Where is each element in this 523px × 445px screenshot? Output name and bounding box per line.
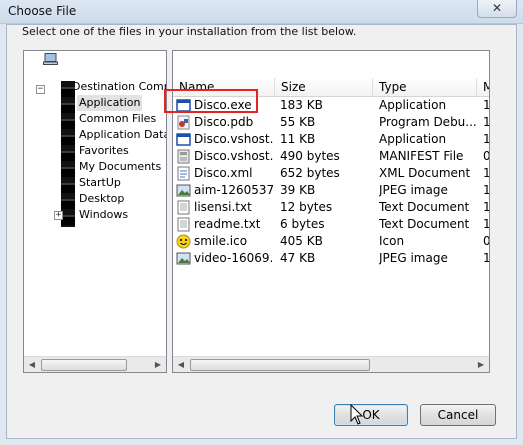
manifest-icon [177,149,190,164]
file-name-cell: Disco.xml [194,166,253,180]
instruction-text: Select one of the files in your installa… [22,25,357,38]
list-horizontal-scrollbar[interactable]: ◀ ▶ [173,356,489,372]
cancel-button[interactable]: Cancel [420,404,496,426]
close-icon[interactable]: ✕ [492,1,502,15]
tree-horizontal-scrollbar[interactable]: ◀ ▶ [24,356,166,372]
column-header-size[interactable]: Size [275,78,373,96]
file-size-cell: 47 KB [280,251,316,265]
file-row[interactable]: video-16069... 47 KB JPEG image 11 [173,250,490,267]
file-type-cell: JPEG image [379,183,448,197]
file-size-cell: 183 KB [280,98,323,112]
file-modified-cell: 03 [483,234,490,248]
tree-item-desktop[interactable]: Desktop [79,191,124,207]
file-modified-cell: 11 [483,115,490,129]
file-row[interactable]: Disco.pdb 55 KB Program Debu... 11 [173,114,490,131]
tree-item-windows[interactable]: Windows [79,207,128,223]
file-size-cell: 39 KB [280,183,316,197]
file-name-cell: Disco.vshost.... [194,149,274,163]
file-size-cell: 652 bytes [280,166,340,180]
image-icon [176,184,191,197]
file-modified-cell: 11 [483,217,490,231]
tree-item-label: Common Files [79,112,157,125]
tree-root[interactable]: Destination Computer [72,79,166,95]
file-row[interactable]: aim-1260537... 39 KB JPEG image 11 [173,182,490,199]
text-file-icon [177,200,190,215]
computer-icon [43,53,58,65]
tree-item-application-data[interactable]: Application Data [79,127,167,143]
scroll-left-icon[interactable]: ◀ [24,357,40,372]
scroll-left-icon[interactable]: ◀ [173,357,189,372]
tree-root-label: Destination Computer [72,80,166,93]
file-row[interactable]: Disco.vshost.... 11 KB Application 11 [173,131,490,148]
tree-item-my-documents[interactable]: My Documents [79,159,161,175]
file-type-cell: Application [379,98,447,112]
close-button[interactable]: ✕ [477,0,517,18]
file-modified-cell: 11 [483,132,490,146]
file-row[interactable]: Disco.xml 652 bytes XML Document 11 [173,165,490,182]
scroll-thumb[interactable] [190,359,370,371]
tree-item-label: Application Data [79,128,167,141]
window-title: Choose File [8,4,77,18]
title-bar: Choose File ✕ [0,0,523,24]
file-type-cell: Icon [379,234,405,248]
file-size-cell: 490 bytes [280,149,340,163]
file-type-cell: MANIFEST File [379,149,464,163]
file-modified-cell: 11 [483,251,490,265]
file-row[interactable]: lisensi.txt 12 bytes Text Document 11 [173,199,490,216]
file-name-cell: lisensi.txt [194,200,252,214]
file-row[interactable]: smile.ico 405 KB Icon 03 [173,233,490,250]
file-name-cell: readme.txt [194,217,261,231]
annotation-highlight-box [164,89,258,113]
file-type-cell: Text Document [379,200,470,214]
tree-item-label: Windows [79,208,129,221]
text-file-icon [177,217,190,232]
file-type-cell: XML Document [379,166,471,180]
column-header-type[interactable]: Type [373,78,477,96]
pdb-icon [177,115,190,130]
tree-item-label: StartUp [79,176,121,189]
ok-button[interactable]: OK [334,404,408,426]
file-type-cell: JPEG image [379,251,448,265]
file-size-cell: 6 bytes [280,217,325,231]
folder-icons [61,81,75,227]
tree-item-label: Favorites [79,144,129,157]
file-type-cell: Application [379,132,447,146]
tree-item-startup[interactable]: StartUp [79,175,121,191]
scroll-thumb[interactable] [41,359,127,371]
file-name-cell: video-16069... [194,251,274,265]
tree-item-label: My Documents [79,160,162,173]
file-size-cell: 11 KB [280,132,316,146]
tree-item-common-files[interactable]: Common Files [79,111,156,127]
exe-icon [176,133,191,146]
file-name-cell: Disco.pdb [194,115,254,129]
file-size-cell: 12 bytes [280,200,333,214]
file-modified-cell: 06 [483,149,490,163]
file-type-cell: Text Document [379,217,470,231]
file-modified-cell: 11 [483,98,490,112]
file-row[interactable]: readme.txt 6 bytes Text Document 11 [173,216,490,233]
scroll-right-icon[interactable]: ▶ [150,357,166,372]
image-icon [176,252,191,265]
smiley-icon [176,234,191,249]
folder-tree[interactable]: − Destination Computer Application Commo… [23,50,167,373]
file-modified-cell: 11 [483,200,490,214]
file-type-cell: Program Debu... [379,115,476,129]
scroll-right-icon[interactable]: ▶ [473,357,489,372]
expand-expander[interactable]: + [54,211,63,220]
file-row[interactable]: Disco.vshost.... 490 bytes MANIFEST File 06 [173,148,490,165]
file-modified-cell: 11 [483,166,490,180]
collapse-expander[interactable]: − [36,85,45,94]
tree-item-label: Desktop [79,192,125,205]
tree-item-favorites[interactable]: Favorites [79,143,129,159]
file-size-cell: 405 KB [280,234,323,248]
file-name-cell: aim-1260537... [194,183,274,197]
file-name-cell: Disco.vshost.... [194,132,274,146]
file-name-cell: smile.ico [194,234,248,248]
column-header-modified[interactable]: M [477,78,489,96]
xml-icon [177,166,190,181]
file-size-cell: 55 KB [280,115,316,129]
mouse-pointer-icon [350,404,364,425]
file-modified-cell: 11 [483,183,490,197]
tree-item-label: Application [77,95,143,111]
